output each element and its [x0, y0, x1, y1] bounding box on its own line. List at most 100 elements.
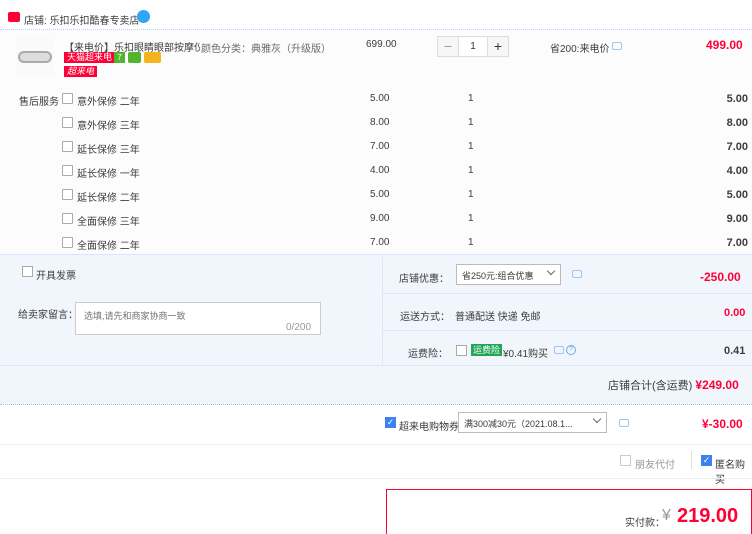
service-row[interactable]: 延长保修 一年 4.00 1 4.00 — [0, 162, 752, 186]
subtotal-amount: ¥249.00 — [695, 378, 739, 392]
service-qty: 1 — [468, 141, 474, 152]
service-checkbox[interactable] — [62, 213, 73, 224]
tooltip-bubble-icon[interactable] — [612, 42, 622, 50]
service-checkbox[interactable] — [62, 93, 73, 104]
service-price: 4.00 — [370, 165, 390, 176]
store-name[interactable]: 店铺: 乐扣乐扣酷春专卖店 — [24, 12, 140, 27]
service-qty: 1 — [468, 237, 474, 248]
insurance-price: ¥0.41购买 — [503, 349, 549, 360]
divider — [383, 330, 752, 331]
tooltip-bubble-icon[interactable] — [554, 346, 564, 354]
unit-price: 699.00 — [366, 39, 397, 50]
decrement-button[interactable]: − — [438, 37, 459, 56]
product-sku: 颜色分类：典雅灰（升级版） — [201, 44, 331, 55]
insurance-checkbox[interactable] — [456, 345, 467, 356]
divider — [691, 451, 692, 469]
order-coupon-select[interactable]: 满300减30元（2021.08.1... — [458, 412, 607, 433]
service-name: 延长保修 三年 — [77, 145, 140, 156]
service-name: 全面保修 三年 — [77, 217, 140, 228]
quantity-stepper: − 1 + — [437, 36, 509, 57]
divider — [0, 444, 752, 445]
message-field — [75, 302, 321, 335]
friend-pay-checkbox[interactable] — [620, 455, 631, 466]
service-price: 5.00 — [370, 189, 390, 200]
store-coupon-amount: -250.00 — [700, 270, 741, 284]
service-name: 延长保修 一年 — [77, 169, 140, 180]
store-subtotal: 店铺合计(含运费) ¥249.00 — [608, 378, 739, 392]
chat-wangwang-icon[interactable] — [137, 10, 150, 23]
service-row[interactable]: 全面保修 三年 9.00 1 9.00 — [0, 210, 752, 234]
service-qty: 1 — [468, 93, 474, 104]
product-thumbnail[interactable] — [16, 38, 54, 76]
invoice-checkbox[interactable] — [22, 266, 33, 277]
super-call-badge: 超来电 — [64, 66, 98, 77]
service-total: 5.00 — [726, 189, 748, 201]
service-qty: 1 — [468, 165, 474, 176]
order-coupon-checkbox[interactable]: ✓ — [385, 417, 396, 428]
service-row[interactable]: 意外保修 三年 8.00 1 8.00 — [0, 114, 752, 138]
service-badge-icon — [128, 52, 141, 63]
store-coupon-select[interactable]: 省250元:组合优惠 — [456, 264, 561, 285]
insurance-label: 运费险： — [408, 349, 448, 360]
tooltip-bubble-icon[interactable] — [572, 270, 582, 278]
service-qty: 1 — [468, 213, 474, 224]
chevron-down-icon — [592, 414, 602, 424]
anonymous-checkbox[interactable]: ✓ — [701, 455, 712, 466]
help-icon[interactable]: ? — [566, 345, 576, 355]
service-row[interactable]: 意外保修 二年 5.00 1 5.00 — [0, 90, 752, 114]
insurance-amount: 0.41 — [724, 345, 746, 357]
invoice-label: 开具发票 — [36, 271, 76, 282]
service-price: 9.00 — [370, 213, 390, 224]
card-badge-icon — [144, 52, 161, 63]
service-name: 意外保修 二年 — [77, 97, 140, 108]
currency-symbol: ¥ — [662, 507, 671, 524]
service-total: 7.00 — [726, 141, 748, 153]
service-total: 7.00 — [726, 237, 748, 249]
quantity-input[interactable]: 1 — [459, 37, 487, 56]
service-total: 4.00 — [726, 165, 748, 177]
shipping-method: 普通配送 快递 免邮 — [455, 312, 541, 323]
service-price: 7.00 — [370, 141, 390, 152]
tmall-badge: 天猫超来电 — [64, 52, 116, 63]
shipping-label: 运送方式： — [400, 312, 450, 323]
store-coupon-label: 店铺优惠： — [399, 274, 449, 285]
service-total: 9.00 — [726, 213, 748, 225]
message-input[interactable] — [84, 309, 284, 329]
rank-badge: 7 — [114, 52, 125, 63]
service-row[interactable]: 延长保修 二年 5.00 1 5.00 — [0, 186, 752, 210]
divider — [382, 257, 383, 365]
shipping-amount: 0.00 — [724, 307, 746, 319]
payment-amount: 219.00 — [677, 505, 739, 527]
product-total: 499.00 — [706, 38, 743, 52]
order-coupon-label: 超来电购物券 — [399, 422, 459, 433]
increment-button[interactable]: + — [487, 37, 508, 56]
insurance-badge: 运费险 — [471, 344, 503, 356]
shop-icon — [8, 12, 20, 22]
service-checkbox[interactable] — [62, 189, 73, 200]
service-checkbox[interactable] — [62, 141, 73, 152]
service-total: 8.00 — [726, 117, 748, 129]
service-checkbox[interactable] — [62, 117, 73, 128]
service-name: 延长保修 二年 — [77, 193, 140, 204]
message-label: 给卖家留言： — [18, 310, 78, 321]
service-checkbox[interactable] — [62, 165, 73, 176]
chevron-down-icon — [546, 266, 556, 276]
tooltip-bubble-icon[interactable] — [619, 419, 629, 427]
order-coupon-amount: ¥-30.00 — [702, 417, 743, 431]
service-price: 7.00 — [370, 237, 390, 248]
divider — [0, 478, 752, 479]
service-name: 全面保修 二年 — [77, 241, 140, 252]
divider — [0, 404, 752, 405]
service-row[interactable]: 延长保修 三年 7.00 1 7.00 — [0, 138, 752, 162]
service-name: 意外保修 三年 — [77, 121, 140, 132]
friend-pay-label: 朋友代付 — [635, 460, 675, 471]
saving-label: 省200:来电价 — [550, 44, 610, 55]
service-checkbox[interactable] — [62, 237, 73, 248]
service-qty: 1 — [468, 117, 474, 128]
message-char-count: 0/200 — [286, 322, 312, 333]
anonymous-label: 匿名购买 — [715, 460, 745, 486]
payment-label: 实付款： — [625, 518, 665, 529]
service-qty: 1 — [468, 189, 474, 200]
service-price: 8.00 — [370, 117, 390, 128]
service-price: 5.00 — [370, 93, 390, 104]
